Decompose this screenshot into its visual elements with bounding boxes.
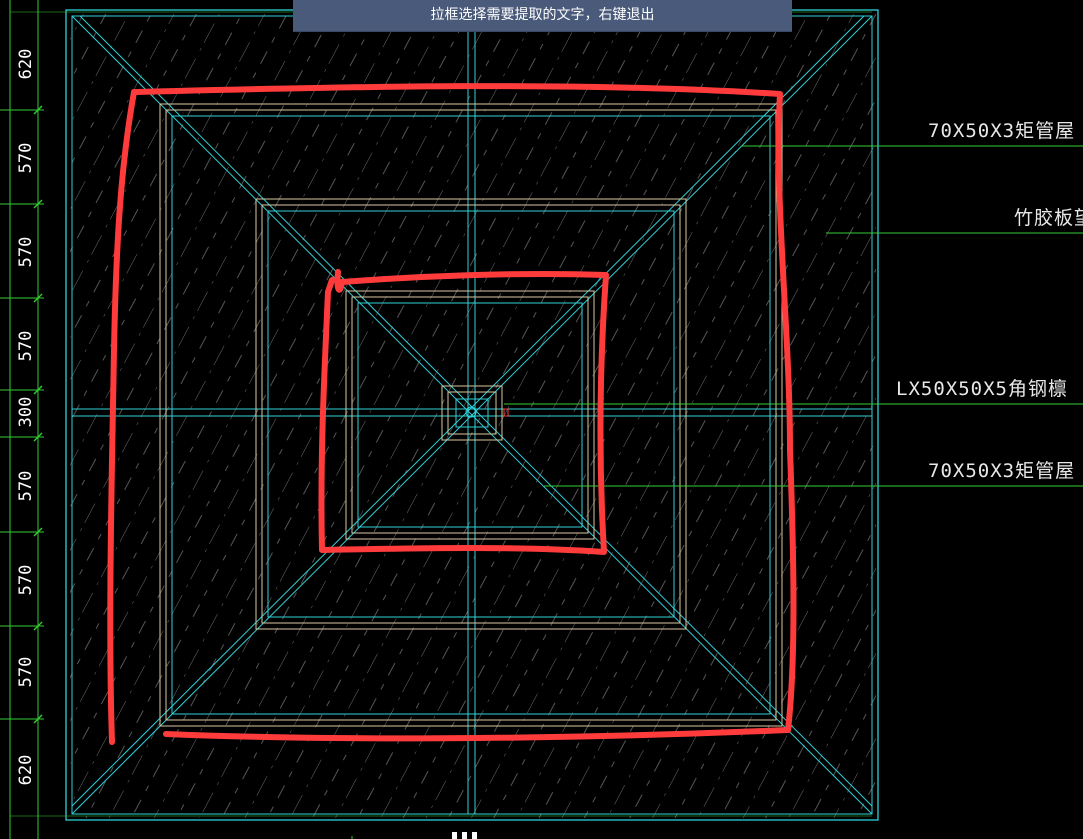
dim-text: 570 xyxy=(16,331,36,362)
dim-text: 300 xyxy=(16,397,36,428)
dim-text: 620 xyxy=(16,49,36,80)
command-prompt-banner: 拉框选择需要提取的文字，右键退出 xyxy=(293,0,792,32)
dim-text: 570 xyxy=(16,657,36,688)
label-angle-steel-purlin[interactable]: LX50X50X5角钢檩 xyxy=(896,378,1068,400)
label-rect-tube-upper[interactable]: 70X50X3矩管屋 xyxy=(928,120,1075,142)
dim-text: 570 xyxy=(16,565,36,596)
bottom-dimension-fragment xyxy=(452,832,477,839)
cad-drawing-canvas[interactable]: 620 570 570 570 300 570 570 570 620 70X5… xyxy=(0,0,1083,839)
dim-text: 570 xyxy=(16,237,36,268)
dim-text: 570 xyxy=(16,143,36,174)
label-bamboo-board[interactable]: 竹胶板望 xyxy=(1014,207,1083,229)
dim-text: 620 xyxy=(16,755,36,786)
left-dimension-texts: 620 570 570 570 300 570 570 570 620 xyxy=(16,49,36,786)
dim-text: 570 xyxy=(16,471,36,502)
label-rect-tube-lower[interactable]: 70X50X3矩管屋 xyxy=(928,460,1075,482)
